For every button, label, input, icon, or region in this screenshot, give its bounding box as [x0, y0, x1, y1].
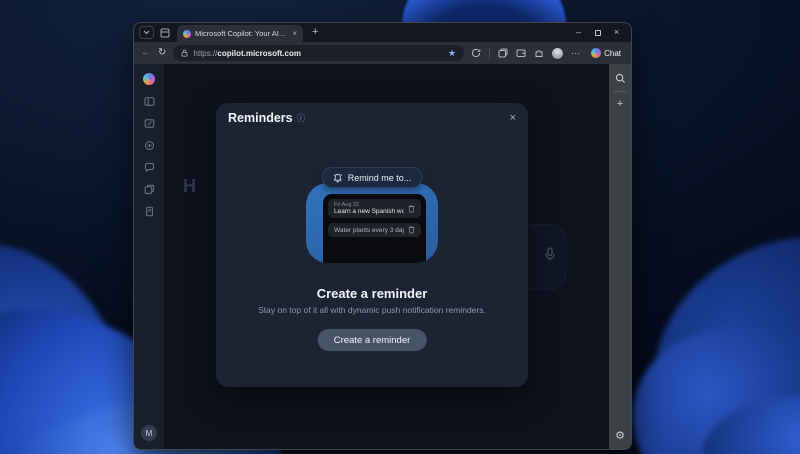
- chats-icon[interactable]: [144, 162, 155, 173]
- address-bar[interactable]: https://copilot.microsoft.com ★: [173, 45, 464, 61]
- tab-strip: Microsoft Copilot: Your AI companion × +…: [134, 23, 631, 42]
- history-icon[interactable]: [471, 48, 481, 58]
- reminders-app-tile: Fri Aug 22 Learn a new Spanish word: [306, 183, 438, 263]
- modal-description: Stay on top of it all with dynamic push …: [252, 305, 492, 317]
- refresh-button[interactable]: ↻: [158, 48, 166, 58]
- new-tab-button[interactable]: +: [312, 27, 318, 38]
- trash-icon: [408, 205, 415, 213]
- reminders-card: Fri Aug 22 Learn a new Spanish word: [323, 194, 426, 263]
- url-text: https://copilot.microsoft.com: [193, 49, 301, 58]
- user-avatar[interactable]: M: [141, 425, 157, 441]
- toolbar-icons: ⋯ Chat: [471, 46, 624, 60]
- workspaces-icon[interactable]: [160, 28, 170, 38]
- sidebar-divider: [614, 91, 626, 92]
- profile-avatar[interactable]: [552, 48, 563, 59]
- pages-icon[interactable]: [144, 184, 155, 195]
- copilot-icon: [591, 48, 601, 58]
- chevron-down-icon: [143, 30, 150, 35]
- reminder-text: Water plants every 3 days: [334, 227, 404, 234]
- desktop: Microsoft Copilot: Your AI companion × +…: [0, 0, 800, 454]
- copilot-favicon: [183, 30, 191, 38]
- tab-close-button[interactable]: ×: [292, 30, 297, 38]
- copilot-chat-button[interactable]: Chat: [588, 46, 624, 60]
- chat-label: Chat: [604, 49, 621, 58]
- more-options-button[interactable]: ⋯: [571, 49, 580, 58]
- tab-title: Microsoft Copilot: Your AI companion: [195, 29, 288, 38]
- bell-icon: [333, 173, 343, 183]
- create-reminder-button[interactable]: Create a reminder: [318, 329, 427, 351]
- remind-me-pill-label: Remind me to...: [348, 173, 412, 183]
- edge-sidebar: + ⚙: [609, 64, 631, 449]
- copilot-main-content: H Reminders ⓘ ×: [164, 64, 609, 449]
- favorite-star-icon[interactable]: ★: [448, 49, 456, 58]
- gear-icon[interactable]: ⚙: [615, 431, 625, 442]
- reminders-illustration: Remind me to... Fri Aug 22 Learn a new S…: [216, 103, 528, 273]
- close-window-button[interactable]: ×: [607, 23, 626, 42]
- reminder-text: Learn a new Spanish word: [334, 208, 404, 215]
- copilot-logo-icon[interactable]: [143, 73, 155, 85]
- edge-browser-window: Microsoft Copilot: Your AI companion × +…: [133, 22, 632, 450]
- window-controls: – ×: [569, 23, 626, 42]
- reminders-modal: Reminders ⓘ × Remind me to...: [216, 103, 528, 387]
- copilot-sidebar-rail: M: [134, 64, 164, 449]
- back-button[interactable]: ←: [141, 48, 151, 58]
- modal-heading: Create a reminder: [216, 286, 528, 301]
- maximize-button[interactable]: [588, 30, 607, 36]
- minimize-button[interactable]: –: [569, 23, 588, 42]
- browser-tab[interactable]: Microsoft Copilot: Your AI companion ×: [177, 25, 303, 42]
- voice-icon[interactable]: [144, 140, 155, 151]
- wallet-icon[interactable]: [516, 48, 526, 58]
- browser-toolbar: ← ↻ https://copilot.microsoft.com ★: [134, 42, 631, 64]
- maximize-icon: [595, 30, 601, 36]
- remind-me-pill: Remind me to...: [322, 167, 423, 188]
- reminder-row: Fri Aug 22 Learn a new Spanish word: [328, 199, 421, 218]
- collections-icon[interactable]: [498, 48, 508, 58]
- window-body: M H Reminders ⓘ ×: [134, 64, 631, 449]
- toolbar-divider: [489, 48, 490, 59]
- new-chat-icon[interactable]: [144, 118, 155, 129]
- reminder-row: Water plants every 3 days: [328, 223, 421, 237]
- extensions-icon[interactable]: [534, 48, 544, 58]
- tab-actions-menu-button[interactable]: [139, 26, 154, 39]
- journal-icon[interactable]: [144, 206, 155, 217]
- sidebar-add-button[interactable]: +: [617, 99, 623, 110]
- trash-icon: [408, 226, 415, 234]
- search-icon[interactable]: [615, 73, 626, 84]
- lock-icon: [181, 49, 188, 57]
- sidebar-toggle-icon[interactable]: [144, 96, 155, 107]
